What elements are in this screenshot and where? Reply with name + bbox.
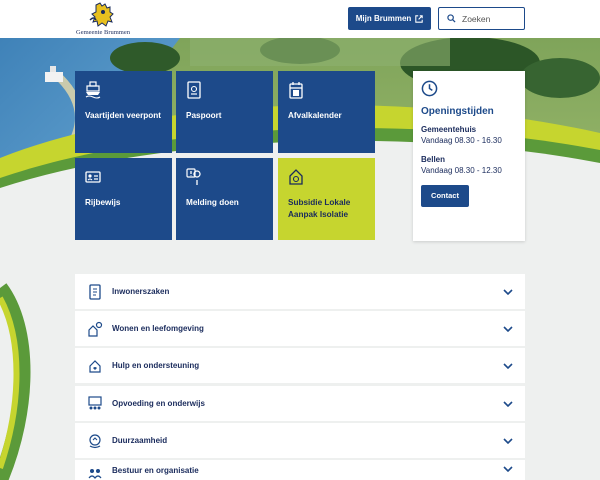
house-money-icon [289,169,303,185]
accordion-wonen-en-leefomgeving[interactable]: Wonen en leefomgeving [75,311,525,346]
search-input[interactable] [462,13,522,24]
organisation-icon [88,469,102,479]
living-environment-icon [88,321,103,337]
ferry-icon [85,81,101,99]
accordion-hulp-en-ondersteuning[interactable]: Hulp en ondersteuning [75,348,525,383]
tile-label: Melding doen [186,198,239,207]
accordion-duurzaamheid[interactable]: Duurzaamheid [75,423,525,458]
search-icon [447,14,456,23]
tile-label: Subsidie Lokale Aanpak Isolatie [288,198,351,219]
mijn-brummen-button[interactable]: Mijn Brummen [348,7,431,30]
report-location-icon [186,168,201,185]
opening-hours-title: Openingstijden [421,106,494,117]
chevron-down-icon [503,437,513,444]
accordion-label: Wonen en leefomgeving [112,324,204,333]
education-board-icon [88,395,102,409]
chevron-down-icon [503,288,513,295]
external-link-icon [415,14,424,23]
search-box[interactable] [438,7,525,30]
tile-label: Rijbewijs [85,198,121,207]
accordion-inwonerszaken[interactable]: Inwonerszaken [75,274,525,309]
gemeente-brummen-logo[interactable]: Gemeente Brummen [74,2,132,36]
drivers-license-icon [85,171,101,183]
chevron-down-icon [503,325,513,332]
lion-crest-icon [89,2,114,27]
waste-calendar-icon [289,82,303,99]
tile-vaartijden-veerpont[interactable]: Vaartijden veerpont [75,71,172,153]
passport-icon [187,81,201,99]
gemeentehuis-hours: Vandaag 08.30 - 16.30 [421,136,502,145]
clock-icon [421,80,438,97]
opening-hours-card: Openingstijden Gemeentehuis Vandaag 08.3… [413,71,525,241]
accordion-bestuur-en-organisatie[interactable]: Bestuur en organisatie [75,460,525,480]
accordion-label: Opvoeding en onderwijs [112,399,205,408]
accordion-label: Bestuur en organisatie [112,466,199,475]
decorative-arc [0,283,31,480]
tile-label: Vaartijden veerpont [85,111,161,120]
accordion-opvoeding-en-onderwijs[interactable]: Opvoeding en onderwijs [75,386,525,421]
accordion-label: Duurzaamheid [112,436,168,445]
gemeentehuis-label: Gemeentehuis [421,125,477,134]
site-header: Gemeente Brummen Mijn Brummen [0,0,600,38]
accordion-label: Hulp en ondersteuning [112,361,200,370]
tile-rijbewijs[interactable]: Rijbewijs [75,158,172,240]
sustainability-icon [89,433,101,448]
tile-paspoort[interactable]: Paspoort [176,71,273,153]
chevron-down-icon [503,362,513,369]
chevron-down-icon [503,466,513,472]
contact-button[interactable]: Contact [421,184,469,207]
care-house-icon [89,359,101,373]
tile-label: Afvalkalender [288,111,342,120]
accordion-label: Inwonerszaken [112,287,170,296]
chevron-down-icon [503,400,513,407]
tile-afvalkalender[interactable]: Afvalkalender [278,71,375,153]
bellen-hours: Vandaag 08.30 - 12.30 [421,166,502,175]
tile-label: Paspoort [186,111,222,120]
mijn-brummen-label: Mijn Brummen [355,14,412,23]
logo-text: Gemeente Brummen [76,29,130,36]
bellen-label: Bellen [421,155,446,164]
tile-melding-doen[interactable]: Melding doen [176,158,273,240]
tile-subsidie-lokale-aanpak-isolatie[interactable]: Subsidie Lokale Aanpak Isolatie [278,158,375,240]
citizen-document-icon [89,283,101,300]
